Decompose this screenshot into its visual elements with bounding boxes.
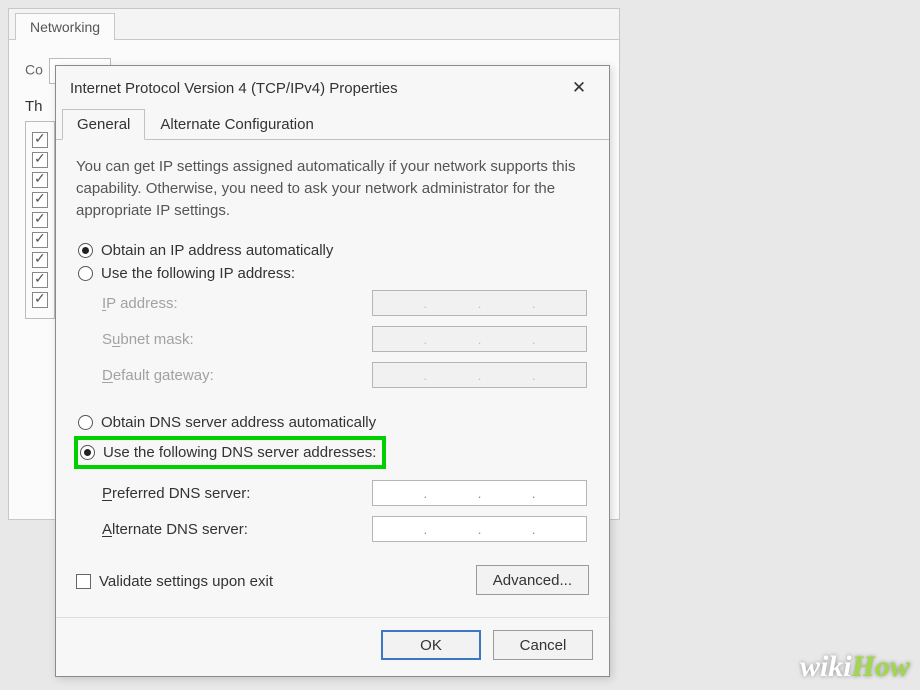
field-label: Subnet mask: — [102, 331, 194, 348]
alternate-dns-input[interactable] — [372, 516, 587, 542]
subnet-mask-input — [372, 326, 587, 352]
field-label: Preferred DNS server: — [102, 485, 250, 502]
radio-use-following-dns[interactable]: Use the following DNS server addresses: — [80, 444, 376, 461]
cancel-button[interactable]: Cancel — [493, 630, 593, 660]
radio-icon — [78, 415, 93, 430]
button-label: Cancel — [520, 637, 567, 654]
radio-label: Obtain an IP address automatically — [101, 242, 333, 259]
radio-icon — [78, 266, 93, 281]
radio-obtain-ip-auto[interactable]: Obtain an IP address automatically — [78, 239, 587, 262]
close-button[interactable]: ✕ — [559, 74, 599, 102]
bg-checkbox-column — [25, 121, 55, 319]
checkbox-icon — [76, 574, 91, 589]
highlight-box: Use the following DNS server addresses: — [74, 436, 386, 469]
ipv4-properties-dialog: Internet Protocol Version 4 (TCP/IPv4) P… — [55, 65, 610, 677]
dialog-content: You can get IP settings assigned automat… — [56, 140, 609, 609]
radio-label: Use the following DNS server addresses: — [103, 444, 376, 461]
tab-label: General — [77, 116, 130, 133]
field-ip-address: IP address: — [78, 285, 587, 321]
ip-address-input — [372, 290, 587, 316]
field-label: Alternate DNS server: — [102, 521, 248, 538]
titlebar: Internet Protocol Version 4 (TCP/IPv4) P… — [56, 66, 609, 108]
tab-label: Alternate Configuration — [160, 116, 313, 133]
default-gateway-input — [372, 362, 587, 388]
radio-icon — [78, 243, 93, 258]
button-label: OK — [420, 637, 442, 654]
validate-settings-checkbox[interactable]: Validate settings upon exit — [76, 573, 273, 590]
close-icon: ✕ — [572, 78, 586, 98]
radio-icon — [80, 445, 95, 460]
field-preferred-dns: Preferred DNS server: — [78, 475, 587, 511]
tab-general[interactable]: General — [62, 109, 145, 140]
ok-button[interactable]: OK — [381, 630, 481, 660]
radio-obtain-dns-auto[interactable]: Obtain DNS server address automatically — [78, 411, 587, 434]
button-bar: OK Cancel — [56, 617, 609, 676]
tabstrip: General Alternate Configuration — [56, 108, 609, 140]
dialog-title: Internet Protocol Version 4 (TCP/IPv4) P… — [70, 80, 398, 97]
description-text: You can get IP settings assigned automat… — [76, 156, 589, 221]
advanced-button[interactable]: Advanced... — [476, 565, 589, 595]
bg-tab-networking[interactable]: Networking — [15, 13, 115, 40]
dns-group: Obtain DNS server address automatically … — [78, 411, 587, 547]
tab-alternate-configuration[interactable]: Alternate Configuration — [145, 109, 328, 140]
ip-group: Obtain an IP address automatically Use t… — [78, 239, 587, 393]
field-label: Default gateway: — [102, 367, 214, 384]
radio-label: Use the following IP address: — [101, 265, 295, 282]
checkbox-label: Validate settings upon exit — [99, 573, 273, 590]
field-subnet-mask: Subnet mask: — [78, 321, 587, 357]
radio-label: Obtain DNS server address automatically — [101, 414, 376, 431]
field-label: IP address: — [102, 295, 178, 312]
field-default-gateway: Default gateway: — [78, 357, 587, 393]
radio-use-following-ip[interactable]: Use the following IP address: — [78, 262, 587, 285]
wikihow-watermark: wikiHow — [800, 650, 910, 684]
field-alternate-dns: Alternate DNS server: — [78, 511, 587, 547]
preferred-dns-input[interactable] — [372, 480, 587, 506]
